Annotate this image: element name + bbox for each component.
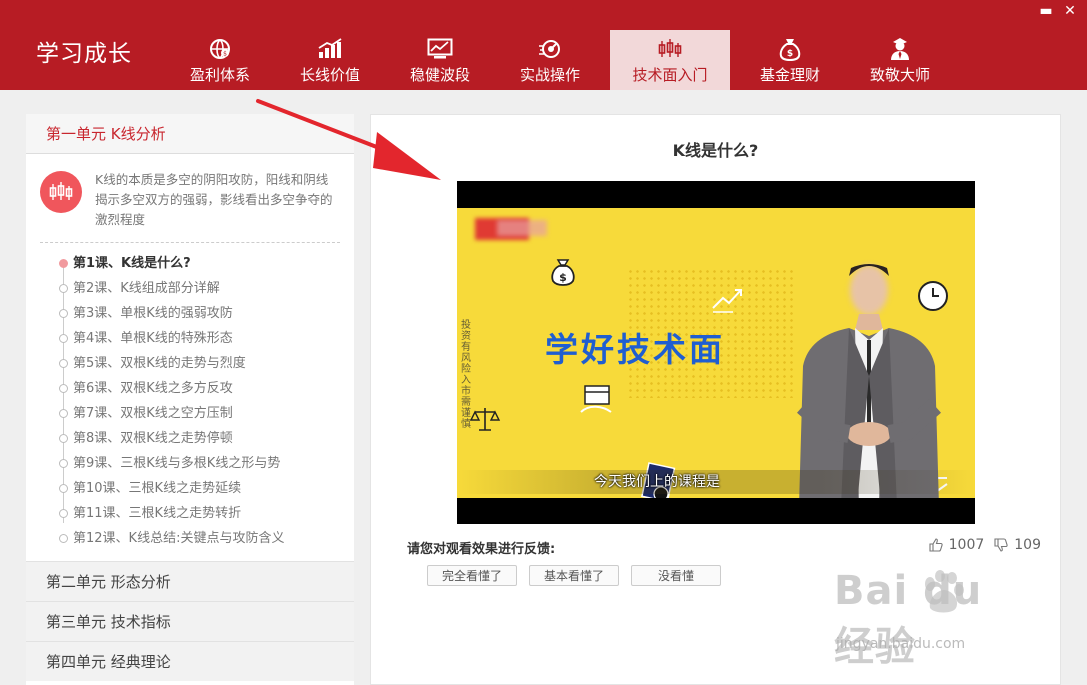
timeline-dot (59, 534, 68, 543)
timeline-dot (59, 409, 68, 418)
timeline-dot (59, 284, 68, 293)
fully-understood-button[interactable]: 完全看懂了 (427, 565, 517, 586)
master-person-icon (887, 37, 913, 61)
candlestick-icon (40, 171, 82, 213)
lesson-item[interactable]: 第5课、双根K线的走势与烈度 (59, 351, 340, 376)
video-frame: $ 投资有风险 入市需谨慎 学好技术面 (457, 208, 975, 498)
dislike-button[interactable]: 109 (994, 537, 1041, 553)
bar-chart-icon (317, 37, 343, 61)
timeline-dot (59, 484, 68, 493)
minimize-button[interactable]: ▬ (1039, 4, 1053, 18)
video-player[interactable]: $ 投资有风险 入市需谨慎 学好技术面 今天我们上的课程是 (457, 181, 975, 524)
svg-text:$: $ (223, 51, 227, 58)
nav-label: 长线价值 (299, 66, 360, 84)
dislike-count: 109 (1014, 537, 1041, 553)
lesson-item[interactable]: 第9课、三根K线与多根K线之形与势 (59, 451, 340, 476)
lesson-item[interactable]: 第3课、单根K线的强弱攻防 (59, 301, 340, 326)
svg-text:$: $ (559, 271, 567, 284)
timeline-dot (59, 359, 68, 368)
vote-counts: 1007 109 (919, 537, 1041, 553)
timeline-dot (59, 334, 68, 343)
nav-label: 实战操作 (519, 66, 580, 84)
nav-label: 基金理财 (759, 66, 820, 84)
unit-intro: K线的本质是多空的阴阳攻防，阳线和阴线揭示多空双方的强弱，影线看出多空争夺的激烈… (40, 154, 340, 243)
timeline-dot (59, 384, 68, 393)
main-nav: $ 盈利体系 长线价值 稳健波段 实战操作 技术面入门 $ 基金理财 致敬大师 (165, 30, 955, 90)
nav-label: 盈利体系 (189, 66, 250, 84)
timeline-dot (59, 434, 68, 443)
nav-tab-long-term-value[interactable]: 长线价值 (275, 30, 385, 90)
like-button[interactable]: 1007 (929, 537, 985, 553)
lesson-list: 第1课、K线是什么? 第2课、K线组成部分详解 第3课、单根K线的强弱攻防 第4… (40, 243, 340, 561)
timeline-dot (59, 309, 68, 318)
unit-1-body: K线的本质是多空的阴阳攻防，阳线和阴线揭示多空双方的强弱，影线看出多空争夺的激烈… (26, 154, 354, 561)
unit-1-header[interactable]: 第一单元 K线分析 (26, 114, 354, 154)
lesson-item[interactable]: 第1课、K线是什么? (59, 251, 340, 276)
like-count: 1007 (948, 537, 985, 553)
candlestick-icon (657, 37, 683, 61)
monitor-chart-icon (427, 37, 453, 61)
app-header: 学习成长 ▬ ✕ $ 盈利体系 长线价值 稳健波段 实战操作 技术面入门 $ 基… (0, 0, 1087, 90)
presenter-figure (797, 264, 941, 498)
not-understood-button[interactable]: 没看懂 (631, 565, 721, 586)
video-subtitle: 今天我们上的课程是 (594, 474, 720, 490)
unit-3-header[interactable]: 第三单元 技术指标 (26, 601, 354, 641)
globe-money-icon: $ (207, 37, 233, 61)
lesson-title: K线是什么? (672, 141, 759, 160)
money-bag-icon: $ (777, 37, 803, 61)
lesson-item[interactable]: 第8课、双根K线之走势停顿 (59, 426, 340, 451)
balance-scale-icon (469, 408, 501, 431)
feedback-label: 请您对观看效果进行反馈: (407, 542, 556, 557)
timeline-dot (59, 259, 68, 268)
thumbs-up-icon (929, 538, 943, 552)
app-title: 学习成长 (36, 41, 132, 67)
close-button[interactable]: ✕ (1063, 4, 1077, 18)
lesson-panel: K线是什么? $ 投资有风险 入市需谨慎 学好技术面 今天我们上的课程是 请您对… (370, 114, 1061, 685)
nav-tab-technical-intro[interactable]: 技术面入门 (610, 30, 730, 90)
video-headline: 学好技术面 (545, 330, 725, 369)
card-icon (580, 385, 612, 413)
course-sidebar: 第一单元 K线分析 K线的本质是多空的阴阳攻防，阳线和阴线揭示多空双方的强弱，影… (26, 114, 354, 685)
nav-tab-steady-swing[interactable]: 稳健波段 (385, 30, 495, 90)
lesson-item[interactable]: 第6课、双根K线之多方反攻 (59, 376, 340, 401)
window-controls: ▬ ✕ (1039, 4, 1077, 18)
lesson-item[interactable]: 第11课、三根K线之走势转折 (59, 501, 340, 526)
target-speed-icon (537, 37, 563, 61)
nav-tab-profit-system[interactable]: $ 盈利体系 (165, 30, 275, 90)
thumbs-down-icon (994, 538, 1008, 552)
nav-label: 致敬大师 (869, 66, 930, 84)
lesson-item[interactable]: 第10课、三根K线之走势延续 (59, 476, 340, 501)
unit-4-header[interactable]: 第四单元 经典理论 (26, 641, 354, 681)
nav-label: 技术面入门 (632, 66, 708, 84)
timeline-dot (59, 459, 68, 468)
lesson-item[interactable]: 第4课、单根K线的特殊形态 (59, 326, 340, 351)
nav-tab-tribute-masters[interactable]: 致敬大师 (845, 30, 955, 90)
nav-tab-practical-operation[interactable]: 实战操作 (495, 30, 605, 90)
mostly-understood-button[interactable]: 基本看懂了 (529, 565, 619, 586)
unit-intro-text: K线的本质是多空的阴阳攻防，阳线和阴线揭示多空双方的强弱，影线看出多空争夺的激烈… (95, 172, 333, 227)
trend-arrow-icon (712, 289, 742, 313)
unit-2-header[interactable]: 第二单元 形态分析 (26, 561, 354, 601)
lesson-item[interactable]: 第2课、K线组成部分详解 (59, 276, 340, 301)
nav-label: 稳健波段 (409, 66, 470, 84)
risk-notice: 投资有风险 入市需谨慎 (461, 320, 471, 430)
money-bag-icon: $ (551, 259, 575, 286)
lesson-item[interactable]: 第12课、K线总结:关键点与攻防含义 (59, 526, 340, 551)
nav-tab-fund-finance[interactable]: $ 基金理财 (735, 30, 845, 90)
svg-text:$: $ (787, 49, 793, 59)
timeline-dot (59, 509, 68, 518)
lesson-item[interactable]: 第7课、双根K线之空方压制 (59, 401, 340, 426)
feedback-buttons: 完全看懂了 基本看懂了 没看懂 (427, 565, 733, 586)
